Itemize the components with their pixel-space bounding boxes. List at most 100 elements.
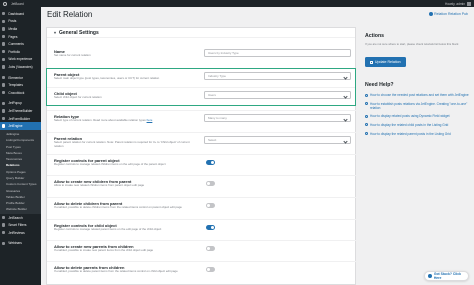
toggle-switch[interactable] xyxy=(206,160,215,165)
sidebar-item-posts[interactable]: Posts xyxy=(0,18,41,26)
jetengine-submenu: JetEngine Listings/Components Post Types Me… xyxy=(0,129,41,214)
help-links: How to choose the needed post relations … xyxy=(365,93,470,140)
field-description: If enabled, possible to delete parent it… xyxy=(54,269,199,274)
actions-title: Actions xyxy=(365,33,385,39)
page-title: Edit Relation xyxy=(47,10,93,19)
sidebar-item-dashboard[interactable]: Dashboard xyxy=(0,10,41,18)
relations-list-link[interactable]: Relation Relation Pub xyxy=(428,12,468,16)
admin-sidebar: Dashboard Posts Media Pages Comments Portfoli… xyxy=(0,7,41,285)
webinars-icon xyxy=(2,241,6,246)
sidebar-item-crocoblock[interactable]: Crocoblock xyxy=(0,89,41,97)
row-divider xyxy=(47,132,357,133)
external-link-icon xyxy=(365,114,368,118)
admin-bar: JetBoard Howdy, admin xyxy=(0,0,474,7)
sidebar-item-jetpopup[interactable]: JetPopup xyxy=(0,100,41,108)
help-link-label: How to choose the needed post relations … xyxy=(370,93,469,97)
toggle-switch[interactable] xyxy=(206,267,215,272)
sidebar-item-elementor[interactable]: Elementor xyxy=(0,74,41,82)
sidebar-item-label: Comments xyxy=(8,42,24,47)
help-link[interactable]: How to display the related parent posts … xyxy=(365,132,470,136)
field-description: Register controls to manage related chil… xyxy=(54,162,199,167)
sidebar-item-jobs-vacancies[interactable]: Jobs (Vacancies) xyxy=(0,63,41,71)
field-description: Allow to create new related children ite… xyxy=(54,183,199,188)
got-stuck-label: Got Stuck? Click Here xyxy=(433,272,461,280)
sidebar-item-label: Posts xyxy=(8,19,17,24)
toggle-switch[interactable] xyxy=(206,225,215,230)
help-link[interactable]: How to establish posts relations via Jet… xyxy=(365,102,470,110)
help-link-label: How to display related posts using Dynam… xyxy=(370,114,450,119)
sidebar-item-label: Work experience xyxy=(8,57,33,62)
object-fields-highlight xyxy=(46,68,356,106)
help-link[interactable]: How to display related posts using Dynam… xyxy=(365,114,470,118)
filter-icon xyxy=(2,223,6,227)
help-link-label: How to display the related child posts i… xyxy=(370,122,449,127)
select-dropdown[interactable]: Many to many xyxy=(204,114,351,122)
sidebar-item-work-experience[interactable]: Work experience xyxy=(0,56,41,64)
toggle-switch[interactable] xyxy=(206,181,215,186)
sidebar-item-label: Templates xyxy=(8,83,23,88)
sidebar-item-webinars[interactable]: Webinars xyxy=(0,240,41,248)
help-link[interactable]: How to display the related child posts i… xyxy=(365,123,470,127)
sidebar-item-jetsearch[interactable]: JetSearch xyxy=(0,214,41,222)
field-description: Select parent relation for current relat… xyxy=(54,140,199,148)
templates-icon xyxy=(2,83,6,87)
sidebar-item-templates[interactable]: Templates xyxy=(0,81,41,89)
sidebar-item-portfolio[interactable]: Portfolio xyxy=(0,48,41,56)
external-link-icon xyxy=(365,132,368,136)
got-stuck-button[interactable]: Got Stuck? Click Here xyxy=(424,271,469,281)
toggle-switch[interactable] xyxy=(206,203,215,208)
sidebar-item-jetformbuilder[interactable]: JetFormBuilder xyxy=(0,115,41,123)
section-header[interactable]: ▾ General Settings xyxy=(47,28,355,38)
field-description-text: If enabled, possible to delete parent it… xyxy=(54,269,178,273)
field-label-group: Register controls for parent object Regis… xyxy=(54,158,199,167)
sidebar-item-smart-filters[interactable]: Smart Filters xyxy=(0,221,41,229)
field-label-group: Allow to delete parents from children If … xyxy=(54,265,199,274)
sidebar-item-label: JetSearch xyxy=(8,215,23,220)
pin-icon xyxy=(2,19,6,24)
toggle-switch[interactable] xyxy=(206,246,215,251)
chevron-down-icon: ▾ xyxy=(54,30,57,35)
sidebar-item-pages[interactable]: Pages xyxy=(0,33,41,41)
site-name[interactable]: JetBoard xyxy=(11,2,24,6)
sidebar-item-label: Crocoblock xyxy=(8,90,25,95)
wordpress-logo-icon[interactable] xyxy=(3,1,7,6)
sidebar-item-label: JetFormBuilder xyxy=(8,116,31,121)
comment-icon xyxy=(2,42,6,46)
submenu-item-custom-content-types[interactable]: Custom Content Types xyxy=(0,181,41,187)
field-label-group: Allow to delete children from parent If e… xyxy=(54,201,199,210)
update-relation-button[interactable]: Update Relation xyxy=(365,57,406,67)
row-divider xyxy=(47,261,357,262)
sidebar-item-label: JetEngine xyxy=(8,124,23,129)
field-description-text: If enabled, possible to delete children … xyxy=(54,205,182,209)
row-divider xyxy=(47,175,357,176)
sidebar-item-comments[interactable]: Comments xyxy=(0,40,41,48)
help-link[interactable]: How to choose the needed post relations … xyxy=(365,93,470,97)
field-label-group: Parent relation Select parent relation fo… xyxy=(54,136,199,148)
actions-text: If you are not sure where to start, plea… xyxy=(365,42,459,46)
general-settings-panel: ▾ General Settings Name Set name for curr… xyxy=(46,27,357,285)
avatar xyxy=(467,1,471,6)
relation-types-help-link[interactable]: here xyxy=(147,118,153,122)
account-menu[interactable]: Howdy, admin xyxy=(445,1,471,6)
portfolio-icon xyxy=(2,50,6,54)
external-link-icon xyxy=(365,102,368,106)
select-dropdown[interactable]: Select xyxy=(204,136,351,144)
field-description-text: Select parent relation for current relat… xyxy=(54,140,190,148)
field-description-text: Register controls to manage related chil… xyxy=(54,162,166,166)
row-divider xyxy=(47,219,357,220)
theme-icon xyxy=(2,109,6,113)
field-label-group: Name Set name for current relation xyxy=(54,49,199,58)
sidebar-item-jetreviews[interactable]: JetReviews xyxy=(0,229,41,237)
sidebar-item-media[interactable]: Media xyxy=(0,25,41,33)
search-icon xyxy=(2,215,6,220)
sidebar-item-jetengine[interactable]: JetEngine xyxy=(0,122,41,130)
help-link-label: How to establish posts relations via Jet… xyxy=(370,101,468,110)
sidebar-item-label: Pages xyxy=(8,34,18,39)
text-input[interactable]: Users by Industry Type xyxy=(204,49,351,57)
submenu-item-website-builder[interactable]: Website Builder xyxy=(0,206,41,212)
external-link-icon xyxy=(365,123,368,127)
sidebar-item-jetthemebuilder[interactable]: JetThemeBuilder xyxy=(0,107,41,115)
greeting: Howdy, admin xyxy=(445,1,465,6)
popup-icon xyxy=(2,101,6,106)
field-description-text: If enabled, possible to create new paren… xyxy=(54,248,154,252)
